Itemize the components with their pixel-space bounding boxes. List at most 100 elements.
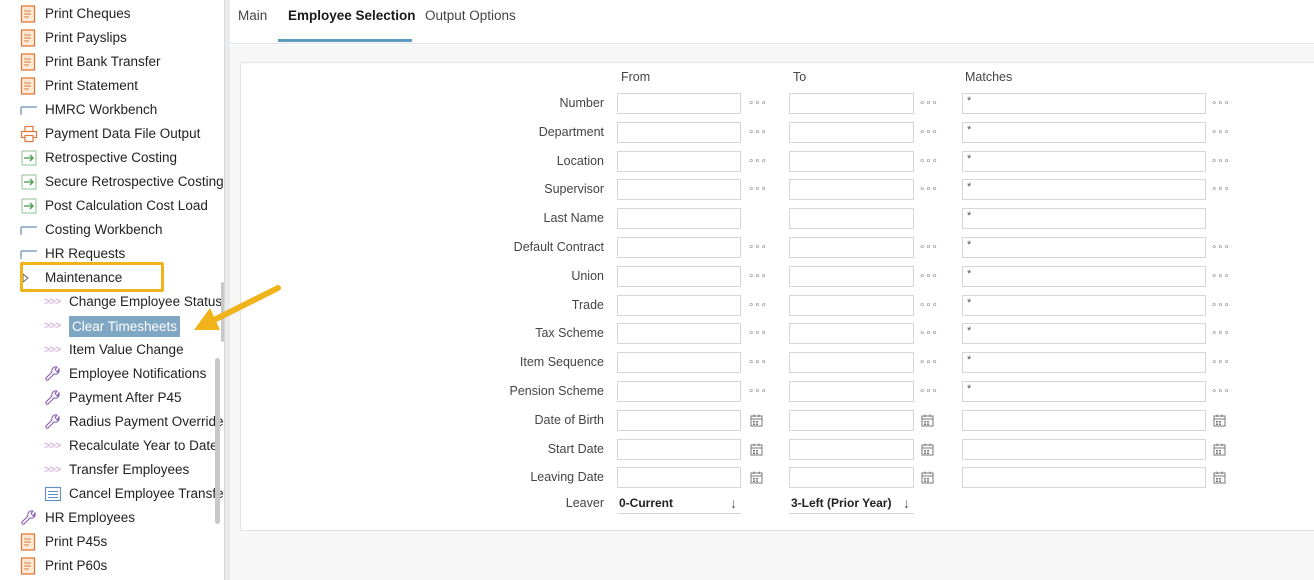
sidebar-item[interactable]: Post Calculation Cost Load bbox=[20, 194, 208, 218]
item-sequence-matches-field[interactable]: * bbox=[962, 352, 1206, 374]
trade-from-field[interactable] bbox=[617, 294, 741, 316]
sidebar-item[interactable]: Print Cheques bbox=[20, 2, 131, 26]
date-of-birth-to-field[interactable] bbox=[789, 409, 914, 431]
leaving-date-to-field[interactable] bbox=[789, 467, 914, 489]
location-from-field[interactable] bbox=[617, 150, 741, 172]
start-date-to-field[interactable] bbox=[789, 438, 914, 460]
lookup-ellipsis-icon[interactable]: ∘∘∘ bbox=[919, 323, 938, 345]
sidebar-item[interactable]: Employee Notifications bbox=[44, 362, 206, 386]
tab-output-options[interactable]: Output Options bbox=[425, 0, 516, 42]
leaver-from-select[interactable]: 0-Current ↓ bbox=[617, 492, 741, 514]
lookup-ellipsis-icon[interactable]: ∘∘∘ bbox=[1211, 381, 1230, 403]
pension-scheme-matches-field[interactable]: * bbox=[962, 381, 1206, 402]
department-from-field[interactable] bbox=[617, 121, 741, 143]
sidebar-item[interactable]: Cancel Employee Transfer bbox=[44, 482, 224, 506]
calendar-icon[interactable] bbox=[750, 414, 763, 427]
sidebar-item[interactable]: >>> Recalculate Year to Date bbox=[44, 434, 218, 458]
sidebar-item[interactable]: >>> Clear Timesheets bbox=[44, 314, 181, 338]
lookup-ellipsis-icon[interactable]: ∘∘∘ bbox=[1211, 352, 1230, 374]
sidebar-item[interactable]: Payment Data File Output bbox=[20, 122, 200, 146]
union-to-field[interactable] bbox=[789, 265, 914, 287]
lookup-ellipsis-icon[interactable]: ∘∘∘ bbox=[748, 122, 767, 144]
location-to-field[interactable] bbox=[789, 150, 914, 172]
sidebar-item[interactable]: >>> Transfer Employees bbox=[44, 458, 189, 482]
sidebar-item[interactable]: HR Employees bbox=[20, 506, 135, 530]
last-name-from-field[interactable] bbox=[617, 208, 741, 230]
sidebar-item[interactable]: Retrospective Costing bbox=[20, 146, 177, 170]
sidebar-item[interactable]: Print Bank Transfer bbox=[20, 50, 161, 74]
sidebar-item[interactable]: Print P45s bbox=[20, 530, 107, 554]
start-date-matches-field[interactable] bbox=[962, 438, 1206, 460]
lookup-ellipsis-icon[interactable]: ∘∘∘ bbox=[919, 179, 938, 201]
sidebar-item[interactable]: >>> Item Value Change bbox=[44, 338, 184, 362]
sidebar-scrollbar[interactable] bbox=[215, 358, 220, 524]
union-matches-field[interactable]: * bbox=[962, 265, 1206, 287]
lookup-ellipsis-icon[interactable]: ∘∘∘ bbox=[748, 93, 767, 115]
location-matches-field[interactable]: * bbox=[962, 150, 1206, 172]
department-to-field[interactable] bbox=[789, 121, 914, 143]
sidebar-item[interactable]: Radius Payment Override bbox=[44, 410, 224, 434]
number-matches-field[interactable]: * bbox=[962, 93, 1206, 114]
tab-employee-selection[interactable]: Employee Selection bbox=[288, 0, 416, 42]
trade-to-field[interactable] bbox=[789, 294, 914, 316]
lookup-ellipsis-icon[interactable]: ∘∘∘ bbox=[919, 237, 938, 259]
lookup-ellipsis-icon[interactable]: ∘∘∘ bbox=[919, 151, 938, 173]
lookup-ellipsis-icon[interactable]: ∘∘∘ bbox=[748, 179, 767, 201]
leaver-to-select[interactable]: 3-Left (Prior Year) ↓ bbox=[789, 492, 914, 514]
sidebar-item[interactable]: Secure Retrospective Costing bbox=[20, 170, 224, 194]
tax-scheme-matches-field[interactable]: * bbox=[962, 323, 1206, 345]
supervisor-matches-field[interactable]: * bbox=[962, 179, 1206, 201]
tax-scheme-to-field[interactable] bbox=[789, 323, 914, 345]
lookup-ellipsis-icon[interactable]: ∘∘∘ bbox=[748, 151, 767, 173]
calendar-icon[interactable] bbox=[1213, 443, 1226, 456]
lookup-ellipsis-icon[interactable]: ∘∘∘ bbox=[1211, 93, 1230, 115]
lookup-ellipsis-icon[interactable]: ∘∘∘ bbox=[919, 352, 938, 374]
item-sequence-to-field[interactable] bbox=[789, 352, 914, 374]
lookup-ellipsis-icon[interactable]: ∘∘∘ bbox=[748, 381, 767, 403]
lookup-ellipsis-icon[interactable]: ∘∘∘ bbox=[748, 352, 767, 374]
lookup-ellipsis-icon[interactable]: ∘∘∘ bbox=[748, 237, 767, 259]
lookup-ellipsis-icon[interactable]: ∘∘∘ bbox=[919, 122, 938, 144]
sidebar-item[interactable]: Print Statement bbox=[20, 74, 138, 98]
lookup-ellipsis-icon[interactable]: ∘∘∘ bbox=[1211, 295, 1230, 317]
lookup-ellipsis-icon[interactable]: ∘∘∘ bbox=[1211, 151, 1230, 173]
lookup-ellipsis-icon[interactable]: ∘∘∘ bbox=[919, 266, 938, 288]
lookup-ellipsis-icon[interactable]: ∘∘∘ bbox=[1211, 323, 1230, 345]
item-sequence-from-field[interactable] bbox=[617, 352, 741, 374]
lookup-ellipsis-icon[interactable]: ∘∘∘ bbox=[1211, 179, 1230, 201]
last-name-matches-field[interactable]: * bbox=[962, 208, 1206, 230]
lookup-ellipsis-icon[interactable]: ∘∘∘ bbox=[1211, 237, 1230, 259]
start-date-from-field[interactable] bbox=[617, 438, 741, 460]
leaving-date-matches-field[interactable] bbox=[962, 467, 1206, 489]
calendar-icon[interactable] bbox=[1213, 414, 1226, 427]
calendar-icon[interactable] bbox=[921, 471, 934, 484]
lookup-ellipsis-icon[interactable]: ∘∘∘ bbox=[748, 323, 767, 345]
default-contract-from-field[interactable] bbox=[617, 237, 741, 258]
calendar-icon[interactable] bbox=[921, 414, 934, 427]
union-from-field[interactable] bbox=[617, 265, 741, 287]
calendar-icon[interactable] bbox=[1213, 471, 1226, 484]
pension-scheme-from-field[interactable] bbox=[617, 381, 741, 402]
trade-matches-field[interactable]: * bbox=[962, 294, 1206, 316]
sidebar-item[interactable]: Costing Workbench bbox=[20, 218, 163, 242]
sidebar-item[interactable]: HMRC Workbench bbox=[20, 98, 157, 122]
sidebar-item[interactable]: Print Payslips bbox=[20, 26, 127, 50]
lookup-ellipsis-icon[interactable]: ∘∘∘ bbox=[919, 295, 938, 317]
lookup-ellipsis-icon[interactable]: ∘∘∘ bbox=[748, 266, 767, 288]
department-matches-field[interactable]: * bbox=[962, 121, 1206, 143]
number-from-field[interactable] bbox=[617, 93, 741, 114]
calendar-icon[interactable] bbox=[921, 443, 934, 456]
date-of-birth-matches-field[interactable] bbox=[962, 409, 1206, 431]
sidebar-item[interactable]: Payment After P45 bbox=[44, 386, 182, 410]
lookup-ellipsis-icon[interactable]: ∘∘∘ bbox=[919, 381, 938, 403]
leaving-date-from-field[interactable] bbox=[617, 467, 741, 489]
lookup-ellipsis-icon[interactable]: ∘∘∘ bbox=[748, 295, 767, 317]
date-of-birth-from-field[interactable] bbox=[617, 409, 741, 431]
calendar-icon[interactable] bbox=[750, 443, 763, 456]
tab-main[interactable]: Main bbox=[238, 0, 267, 42]
tax-scheme-from-field[interactable] bbox=[617, 323, 741, 345]
calendar-icon[interactable] bbox=[750, 471, 763, 484]
lookup-ellipsis-icon[interactable]: ∘∘∘ bbox=[1211, 122, 1230, 144]
pension-scheme-to-field[interactable] bbox=[789, 381, 914, 402]
supervisor-from-field[interactable] bbox=[617, 179, 741, 201]
